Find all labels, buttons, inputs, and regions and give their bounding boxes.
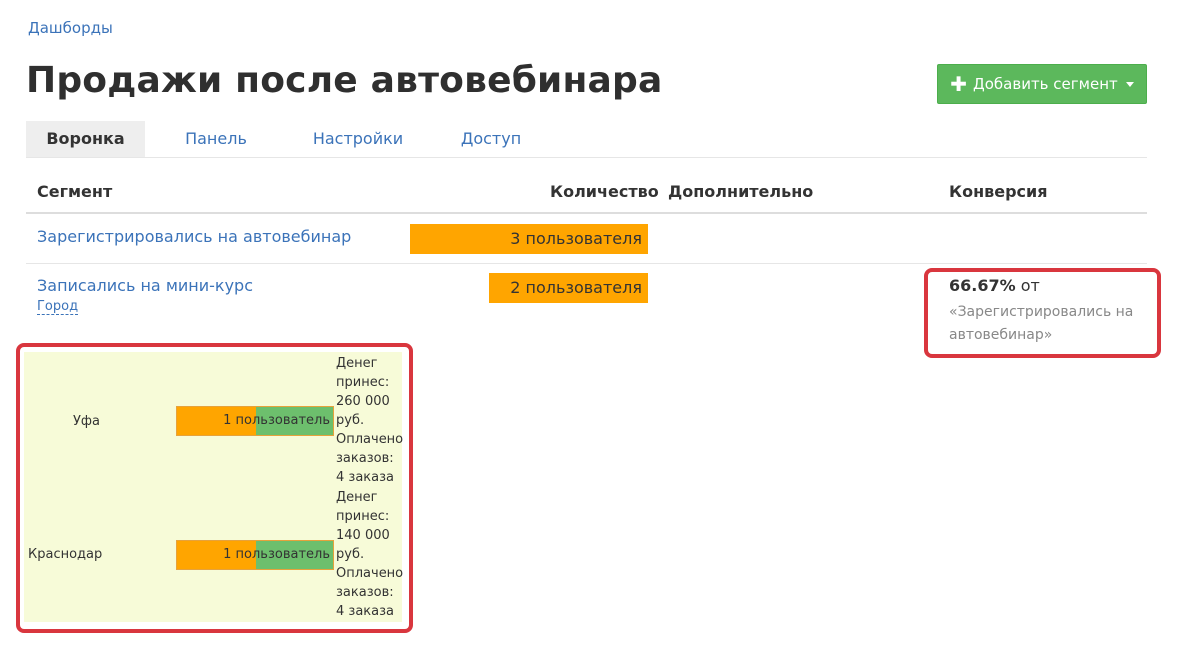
segment-link-mini-course[interactable]: Записались на мини-курс (37, 276, 253, 295)
count-bar: 2 пользователя (489, 273, 648, 303)
highlight-frame (924, 268, 1161, 358)
tab-settings[interactable]: Настройки (294, 121, 422, 157)
caret-down-icon (1125, 81, 1134, 87)
add-segment-button[interactable]: ✚ Добавить сегмент (937, 64, 1147, 104)
tab-panel[interactable]: Панель (165, 121, 267, 157)
highlight-frame (16, 343, 413, 633)
header-conversion: Конверсия (949, 182, 1048, 201)
plus-icon: ✚ (950, 72, 968, 96)
city-breakdown-link[interactable]: Город (37, 299, 79, 315)
row-divider (26, 263, 1147, 264)
tab-funnel[interactable]: Воронка (26, 121, 145, 157)
breadcrumb[interactable]: Дашборды (28, 19, 113, 37)
page-title: Продажи после автовебинара (26, 60, 663, 101)
header-count: Количество (550, 182, 659, 201)
tab-access[interactable]: Доступ (446, 121, 536, 157)
header-divider (26, 212, 1147, 214)
add-segment-label: Добавить сегмент (973, 75, 1118, 93)
segment-link-registered[interactable]: Зарегистрировались на автовебинар (37, 227, 351, 246)
count-bar: 3 пользователя (410, 224, 648, 254)
header-segment: Сегмент (37, 182, 113, 201)
header-additional: Дополнительно (668, 182, 814, 201)
tab-bar: Воронка Панель Настройки Доступ (26, 121, 1147, 158)
